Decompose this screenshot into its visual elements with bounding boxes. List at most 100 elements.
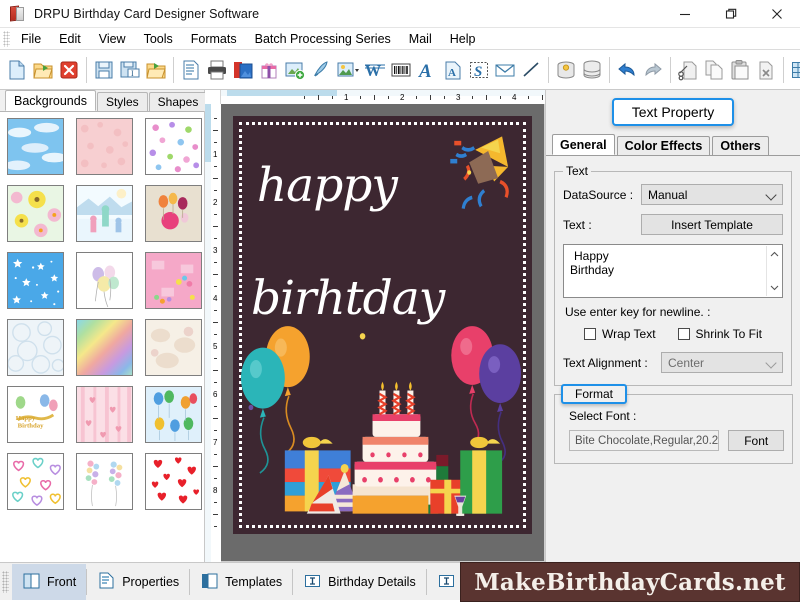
- text-property-header[interactable]: Text Property: [612, 98, 734, 126]
- save-icon[interactable]: [92, 55, 116, 85]
- menu-file[interactable]: File: [12, 30, 50, 48]
- page-setup-icon[interactable]: [179, 55, 203, 85]
- background-cream-floral[interactable]: [145, 319, 202, 376]
- text-box-icon[interactable]: A: [441, 55, 465, 85]
- format-group-legend[interactable]: Format: [561, 384, 627, 404]
- text-alignment-select[interactable]: Center: [661, 352, 783, 373]
- menu-drag-grip[interactable]: [3, 31, 10, 47]
- menu-formats[interactable]: Formats: [182, 30, 246, 48]
- datasource-select[interactable]: Manual: [641, 184, 783, 205]
- card-headline-line2[interactable]: birhtday: [251, 275, 444, 322]
- right-panel: Text Property General Color Effects Othe…: [545, 90, 800, 562]
- redo-icon[interactable]: [641, 55, 665, 85]
- birthday-card-design[interactable]: happy birhtday: [233, 116, 532, 534]
- maximize-button[interactable]: [708, 0, 754, 28]
- tab-color-effects[interactable]: Color Effects: [617, 136, 711, 155]
- text-input[interactable]: Happy Birthday: [563, 244, 783, 298]
- database-stack-icon[interactable]: [580, 55, 604, 85]
- background-pink-party[interactable]: [145, 252, 202, 309]
- paste-icon[interactable]: [728, 55, 752, 85]
- tab-styles[interactable]: Styles: [97, 92, 148, 111]
- undo-icon[interactable]: [615, 55, 639, 85]
- tab-others[interactable]: Others: [712, 136, 768, 155]
- background-hearts-outline[interactable]: [7, 453, 64, 510]
- signature-icon[interactable]: S: [467, 55, 491, 85]
- menu-mail[interactable]: Mail: [400, 30, 441, 48]
- checkbox-box[interactable]: [678, 328, 690, 340]
- line-icon[interactable]: [519, 55, 543, 85]
- checkbox-box[interactable]: [584, 328, 596, 340]
- open-icon[interactable]: [31, 55, 55, 85]
- background-clouds[interactable]: [7, 118, 64, 175]
- card-headline-line1[interactable]: happy: [257, 162, 397, 209]
- text-input-scrollbar[interactable]: [766, 246, 781, 296]
- background-red-hearts[interactable]: [145, 453, 202, 510]
- open-recent-icon[interactable]: [144, 55, 168, 85]
- tab-backgrounds[interactable]: Backgrounds: [5, 90, 96, 111]
- v-ruler-tick: [214, 334, 217, 335]
- bottom-button-front[interactable]: Front: [12, 564, 86, 600]
- background-stars-blue[interactable]: [7, 252, 64, 309]
- close-button[interactable]: [754, 0, 800, 28]
- vertical-scrollbar[interactable]: [205, 104, 211, 562]
- minimize-button[interactable]: [662, 0, 708, 28]
- barcode-icon[interactable]: [389, 55, 413, 85]
- horizontal-scrollbar[interactable]: [221, 90, 545, 96]
- svg-text:S: S: [474, 64, 482, 80]
- background-rainbow[interactable]: [76, 319, 133, 376]
- menu-help[interactable]: Help: [441, 30, 485, 48]
- background-daisies[interactable]: [7, 185, 64, 242]
- tab-general[interactable]: General: [552, 134, 615, 155]
- bottom-button-templates[interactable]: Templates: [190, 564, 292, 600]
- background-balloons-sky[interactable]: [145, 386, 202, 443]
- menu-view[interactable]: View: [90, 30, 135, 48]
- watermark-icon[interactable]: W: [363, 55, 387, 85]
- save-as-icon[interactable]: I: [118, 55, 142, 85]
- background-pink-texture[interactable]: [76, 118, 133, 175]
- grid-icon[interactable]: [789, 55, 800, 85]
- background-happy-birthday[interactable]: Happy Birthday: [7, 386, 64, 443]
- font-value-field[interactable]: Bite Chocolate,Regular,20.2: [569, 430, 719, 451]
- delete-icon[interactable]: [754, 55, 778, 85]
- font-button[interactable]: Font: [728, 430, 784, 451]
- copy-icon[interactable]: [702, 55, 726, 85]
- h-ruler-tick: [332, 96, 333, 99]
- background-bubbles[interactable]: [7, 319, 64, 376]
- database-icon[interactable]: [554, 55, 578, 85]
- background-winter-scene[interactable]: [76, 185, 133, 242]
- picture-tool-icon[interactable]: [335, 55, 361, 85]
- design-canvas[interactable]: happy birhtday: [221, 104, 545, 562]
- menu-edit[interactable]: Edit: [50, 30, 90, 48]
- shrink-to-fit-checkbox[interactable]: Shrink To Fit: [678, 327, 762, 341]
- background-flowers-white[interactable]: [145, 118, 202, 175]
- add-image-icon[interactable]: [283, 55, 307, 85]
- window-controls: [662, 0, 800, 28]
- envelope-icon[interactable]: [493, 55, 517, 85]
- text-icon[interactable]: A: [415, 55, 439, 85]
- bottom-button-birthday-details[interactable]: Birthday Details: [293, 564, 426, 600]
- backgrounds-gallery[interactable]: Happy Birthday: [0, 112, 204, 562]
- background-balloons-beige[interactable]: [145, 185, 202, 242]
- print-icon[interactable]: [205, 55, 229, 85]
- alignment-label: Text Alignment :: [563, 356, 661, 370]
- datasource-value: Manual: [648, 188, 687, 202]
- close-icon[interactable]: [57, 55, 81, 85]
- wrap-text-checkbox[interactable]: Wrap Text: [584, 327, 656, 341]
- menu-tools[interactable]: Tools: [135, 30, 182, 48]
- bottom-button-properties[interactable]: Properties: [87, 564, 189, 600]
- insert-template-button[interactable]: Insert Template: [641, 214, 783, 235]
- background-icon[interactable]: [231, 55, 255, 85]
- property-tabs: General Color Effects Others: [546, 134, 800, 156]
- background-balloon-bouquet[interactable]: [76, 453, 133, 510]
- window-title: DRPU Birthday Card Designer Software: [34, 7, 259, 21]
- background-balloons-sketch[interactable]: [76, 252, 133, 309]
- text-row: Text : Insert Template: [563, 214, 783, 235]
- pen-icon[interactable]: [309, 55, 333, 85]
- background-hearts-stripes[interactable]: [76, 386, 133, 443]
- menu-batch-processing-series[interactable]: Batch Processing Series: [246, 30, 400, 48]
- tab-shapes[interactable]: Shapes: [149, 92, 208, 111]
- bottom-drag-grip[interactable]: [2, 571, 9, 593]
- cut-icon[interactable]: [676, 55, 700, 85]
- new-icon[interactable]: [5, 55, 29, 85]
- gift-icon[interactable]: [257, 55, 281, 85]
